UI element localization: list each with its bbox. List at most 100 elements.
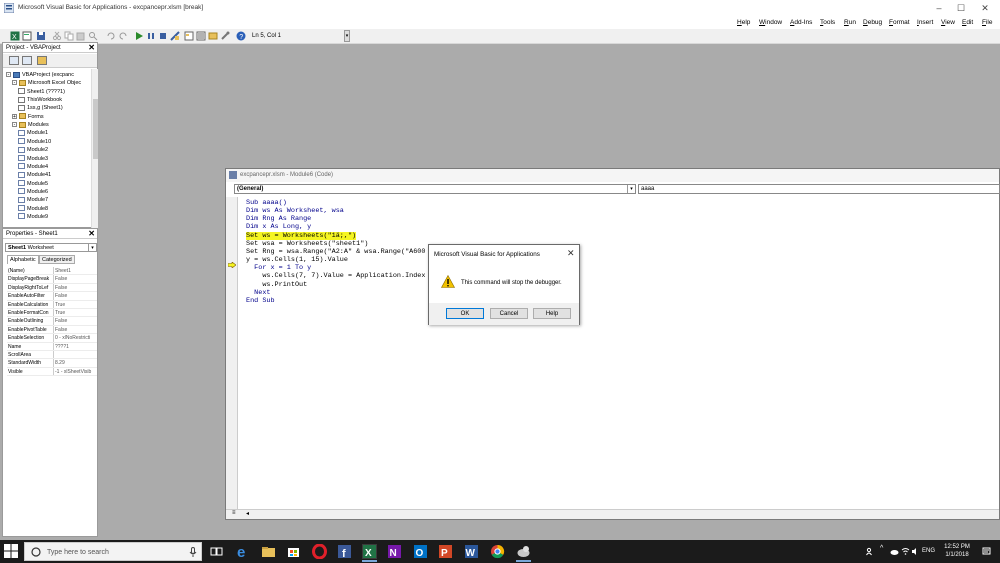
show-hidden-icons-icon[interactable]: ^ xyxy=(880,545,883,552)
collapse-icon[interactable]: - xyxy=(6,72,11,78)
view-code-icon[interactable] xyxy=(9,56,19,65)
object-browser-icon[interactable] xyxy=(208,31,218,41)
design-mode-icon[interactable] xyxy=(170,31,180,41)
tree-item[interactable]: Module6 xyxy=(18,188,48,196)
volume-icon[interactable] xyxy=(911,547,920,556)
property-row[interactable]: EnableOutlining False xyxy=(7,317,97,326)
tree-item[interactable]: - Microsoft Excel Objec xyxy=(12,79,81,87)
view-object-icon[interactable] xyxy=(22,56,32,65)
property-row[interactable]: EnableSelection 0 - xlNoRestricti xyxy=(7,334,97,343)
property-value[interactable]: False xyxy=(55,292,97,299)
collapse-icon[interactable]: - xyxy=(12,80,17,86)
property-value[interactable]: 8.29 xyxy=(55,359,97,366)
menu-window[interactable]: Window xyxy=(759,19,782,26)
onedrive-icon[interactable] xyxy=(890,547,899,556)
reset-icon[interactable] xyxy=(158,31,168,41)
tree-item[interactable]: Module10 xyxy=(18,138,51,146)
close-window-button[interactable]: ✕ xyxy=(974,0,996,16)
tree-item[interactable]: ThisWorkbook xyxy=(18,96,62,104)
tree-item[interactable]: Module2 xyxy=(18,146,48,154)
edge-icon[interactable]: e xyxy=(236,544,251,559)
scroll-left-icon[interactable]: ◂ xyxy=(246,510,249,517)
opera-icon[interactable] xyxy=(312,544,327,559)
menu-help[interactable]: Help xyxy=(737,19,750,26)
property-row[interactable]: EnableCalculation True xyxy=(7,300,97,309)
close-properties-panel-icon[interactable]: ✕ xyxy=(88,229,95,239)
chrome-icon[interactable] xyxy=(490,544,505,559)
menu-tools[interactable]: Tools xyxy=(820,19,835,26)
object-selector[interactable]: Sheet1 Worksheet ▾ xyxy=(5,243,97,252)
dialog-close-icon[interactable]: ✕ xyxy=(567,248,575,259)
tree-item[interactable]: Module5 xyxy=(18,180,48,188)
view-excel-icon[interactable]: X xyxy=(10,31,20,41)
toolbox-icon[interactable] xyxy=(220,31,230,41)
property-row[interactable]: DisplayPageBreak False xyxy=(7,275,97,284)
tree-item[interactable]: Module41 xyxy=(18,171,51,179)
cancel-button[interactable]: Cancel xyxy=(490,308,528,319)
windows-start-icon[interactable] xyxy=(4,544,18,558)
procedure-combo[interactable]: aaaa xyxy=(638,184,1000,194)
tree-item[interactable]: - VBAProject (excpanc xyxy=(6,71,74,79)
project-explorer-icon[interactable] xyxy=(184,31,194,41)
break-icon[interactable] xyxy=(146,31,156,41)
tree-item[interactable]: Module7 xyxy=(18,196,48,204)
property-row[interactable]: DisplayRightToLef False xyxy=(7,283,97,293)
menu-insert[interactable]: Insert xyxy=(917,19,933,26)
property-row[interactable]: (Name) Sheet1 xyxy=(7,267,97,276)
onenote-icon[interactable]: N xyxy=(387,544,402,559)
menu-add-ins[interactable]: Add-Ins xyxy=(790,19,812,26)
tree-item[interactable]: Sheet1 (????1) xyxy=(18,88,65,96)
paste-icon[interactable] xyxy=(76,31,86,41)
menu-view[interactable]: View xyxy=(941,19,955,26)
outlook-icon[interactable]: O xyxy=(413,544,428,559)
people-icon[interactable] xyxy=(866,547,875,556)
property-value[interactable]: False xyxy=(55,284,97,291)
menu-edit[interactable]: Edit xyxy=(962,19,973,26)
help-button[interactable]: Help xyxy=(533,308,571,319)
tree-item[interactable]: + Forms xyxy=(12,113,44,121)
property-value[interactable]: False xyxy=(55,326,97,333)
properties-window-icon[interactable] xyxy=(196,31,206,41)
file-explorer-icon[interactable] xyxy=(261,544,276,559)
tree-item[interactable]: - Modules xyxy=(12,121,49,129)
property-value[interactable]: True xyxy=(55,309,97,316)
property-value[interactable]: 0 - xlNoRestricti xyxy=(55,334,97,341)
powerpoint-icon[interactable]: P xyxy=(438,544,453,559)
microphone-icon[interactable] xyxy=(189,547,197,557)
collapse-icon[interactable]: - xyxy=(12,122,17,128)
redo-icon[interactable] xyxy=(118,31,128,41)
action-center-icon[interactable] xyxy=(982,547,991,556)
help-icon[interactable]: ? xyxy=(236,31,246,41)
menu-format[interactable]: Format xyxy=(889,19,910,26)
code-editor[interactable]: Sub aaaa() Dim ws As Worksheet, wsa Dim Rn… xyxy=(246,199,986,509)
tree-item[interactable]: Module1 xyxy=(18,129,48,137)
copy-icon[interactable] xyxy=(64,31,74,41)
tree-item[interactable]: Module8 xyxy=(18,205,48,213)
property-value[interactable]: ????1 xyxy=(55,343,97,350)
project-scrollbar[interactable] xyxy=(91,69,98,229)
facebook-icon[interactable]: f xyxy=(337,544,352,559)
property-row[interactable]: EnablePivotTable False xyxy=(7,325,97,335)
language-indicator[interactable]: ENG xyxy=(922,548,935,554)
menu-debug[interactable]: Debug xyxy=(863,19,882,26)
property-value[interactable]: False xyxy=(55,275,97,282)
object-combo[interactable]: (General) ▾ xyxy=(234,184,636,194)
property-value[interactable]: Sheet1 xyxy=(55,267,97,274)
code-scrollbar[interactable]: ≡ ◂ xyxy=(226,509,999,519)
find-icon[interactable] xyxy=(88,31,98,41)
save-icon[interactable] xyxy=(36,31,46,41)
tree-item[interactable]: Module4 xyxy=(18,163,48,171)
ok-button[interactable]: OK xyxy=(446,308,484,319)
insert-module-icon[interactable] xyxy=(22,31,32,41)
wifi-icon[interactable] xyxy=(901,547,910,556)
property-row[interactable]: ScrollArea xyxy=(7,351,97,360)
word-icon[interactable]: W xyxy=(464,544,479,559)
property-row[interactable]: Visible -1 - xlSheetVisib xyxy=(7,367,97,377)
maximize-button[interactable]: ☐ xyxy=(950,0,972,16)
excel-taskbar-button[interactable]: X xyxy=(362,544,377,562)
tree-item[interactable]: Module9 xyxy=(18,213,48,221)
close-project-panel-icon[interactable]: ✕ xyxy=(88,43,95,53)
property-row[interactable]: StandardWidth 8.29 xyxy=(7,359,97,368)
property-value[interactable]: False xyxy=(55,317,97,324)
property-value[interactable]: True xyxy=(55,301,97,308)
